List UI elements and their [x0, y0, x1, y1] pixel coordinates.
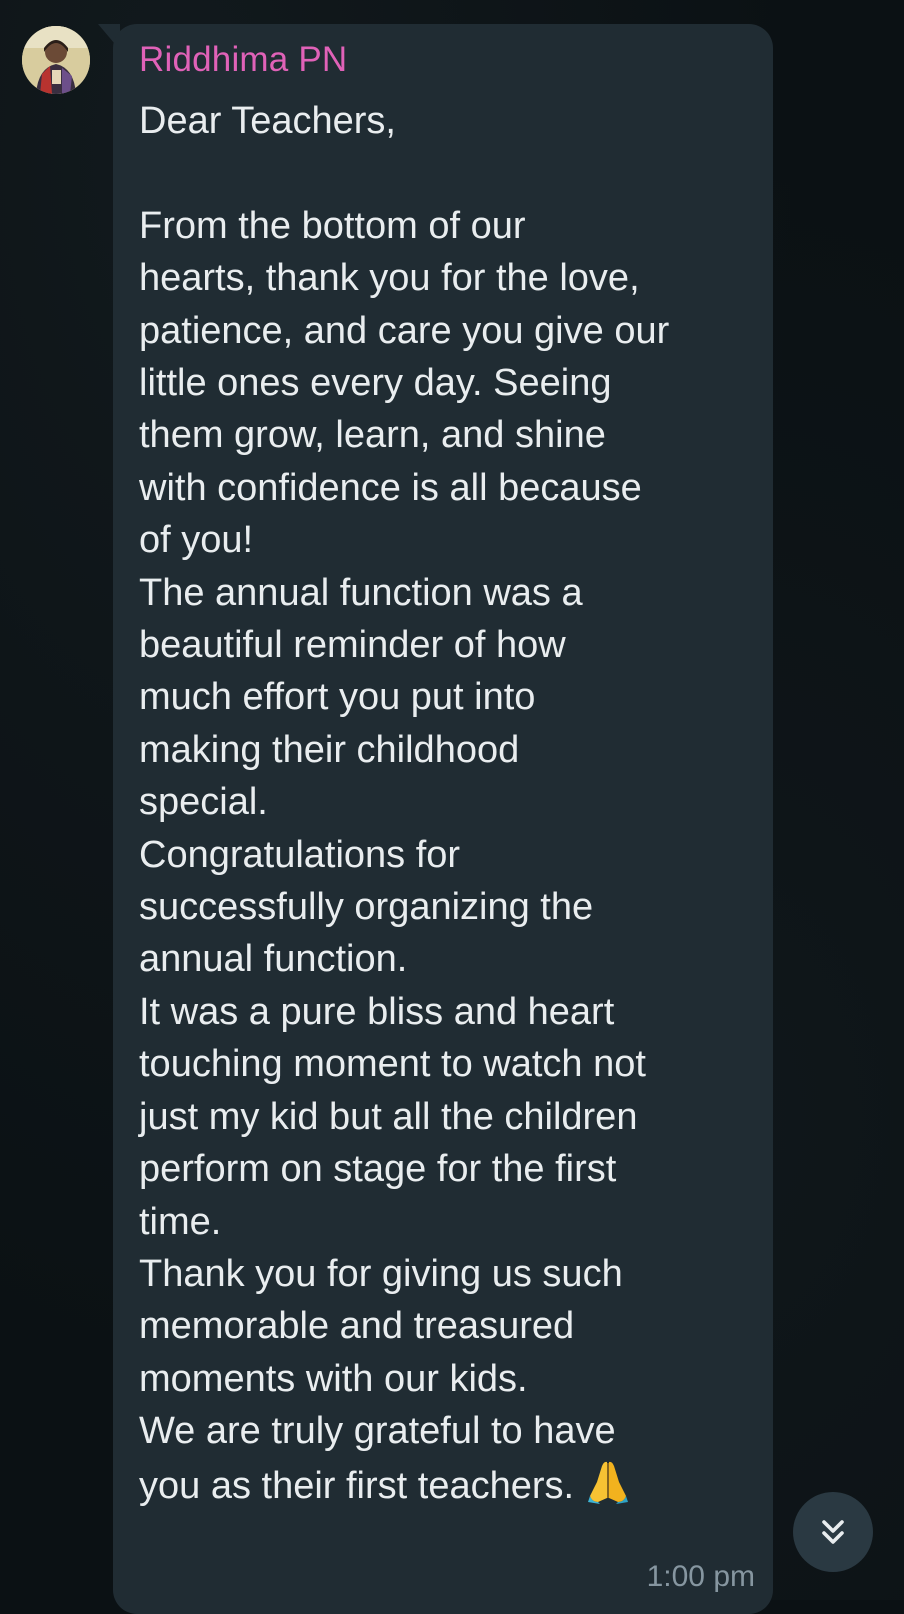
avatar-photo	[22, 26, 90, 94]
message-line: successfully organizing the	[139, 886, 594, 929]
message-line: annual function.	[139, 938, 408, 981]
message-line: special.	[139, 781, 268, 824]
folded-hands-icon	[588, 1458, 629, 1518]
message-line: them grow, learn, and shine	[139, 414, 606, 457]
message-line: Thank you for giving us such	[139, 1252, 623, 1295]
message-line: just my kid but all the children	[139, 1095, 638, 1138]
message-line: touching moment to watch not	[139, 1043, 646, 1086]
message-line: much effort you put into	[139, 676, 536, 719]
message-line	[139, 147, 759, 199]
message-line: beautiful reminder of how	[139, 624, 566, 667]
message-line: with confidence is all because	[139, 466, 642, 509]
message-line: time.	[139, 1200, 222, 1243]
message-line: It was a pure bliss and heart	[139, 990, 615, 1033]
message-timestamp: 1:00 pm	[646, 1560, 755, 1593]
message-line: of you!	[139, 519, 254, 562]
message-line: making their childhood	[139, 728, 520, 771]
message-line: The annual function was a	[139, 571, 583, 614]
message-line: little ones every day. Seeing	[139, 362, 612, 405]
message-line: moments with our kids.	[139, 1357, 528, 1400]
double-chevron-down-icon	[822, 1520, 844, 1544]
message-line: you as their first teachers.	[139, 1464, 575, 1507]
scroll-to-bottom-button[interactable]	[793, 1492, 873, 1572]
message-line: hearts, thank you for the love,	[139, 257, 640, 300]
message-line: Congratulations for	[139, 833, 461, 876]
message-line: We are truly grateful to have	[139, 1410, 616, 1453]
message-line-last: you as their first teachers.	[139, 1458, 759, 1518]
message-line: Dear Teachers,	[139, 100, 396, 142]
sender-avatar[interactable]	[22, 26, 90, 94]
message-line: patience, and care you give our	[139, 309, 670, 352]
message-line: memorable and treasured	[139, 1305, 575, 1348]
message-line: From the bottom of our	[139, 204, 526, 247]
sender-name[interactable]: Riddhima PN	[139, 40, 347, 80]
message-text: Dear Teachers, From the bottom of our he…	[139, 95, 759, 1518]
message-line: perform on stage for the first	[139, 1148, 617, 1191]
